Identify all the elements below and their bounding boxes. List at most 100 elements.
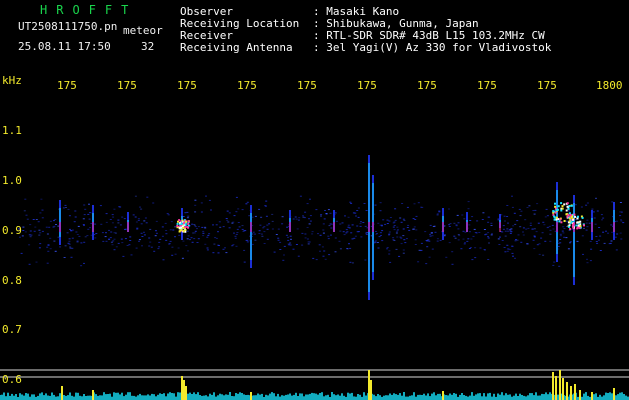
noise-speck (111, 214, 114, 216)
noise-speck (453, 222, 456, 224)
echo-pixel (554, 202, 556, 205)
noise-speck (488, 216, 491, 218)
noise-speck (114, 232, 117, 234)
noise-speck (330, 234, 332, 236)
noise-speck (596, 210, 599, 212)
echo-pixel (176, 224, 179, 227)
noise-speck (111, 244, 114, 246)
noise-speck (237, 222, 240, 223)
noise-speck (529, 224, 532, 226)
noise-speck (413, 228, 416, 230)
noise-speck (287, 236, 289, 238)
noise-speck (301, 244, 304, 246)
noise-speck (549, 233, 552, 235)
noise-speck (38, 234, 41, 236)
echo-pixel (572, 226, 575, 229)
noise-speck (94, 237, 97, 239)
noise-speck (28, 263, 31, 265)
noise-speck (112, 216, 115, 218)
noise-speck (376, 242, 379, 243)
noise-speck (600, 214, 603, 216)
noise-speck (399, 236, 402, 238)
noise-speck (188, 239, 191, 241)
noise-speck (62, 207, 65, 209)
noise-speck (140, 223, 143, 225)
noise-speck (429, 235, 432, 237)
noise-speck (297, 219, 300, 221)
noise-speck (70, 230, 73, 231)
echo-pixel (180, 229, 183, 231)
noise-speck (436, 240, 439, 242)
noise-speck (89, 212, 91, 214)
noise-speck (241, 209, 244, 211)
noise-speck (177, 247, 180, 249)
echo-pixel (569, 214, 572, 216)
noise-speck (511, 252, 514, 254)
noise-speck (471, 259, 474, 261)
noise-speck (344, 215, 346, 217)
noise-speck (453, 235, 456, 237)
noise-speck (35, 261, 38, 263)
noise-speck (308, 218, 310, 220)
noise-speck (292, 218, 295, 220)
signal-level-trace (0, 370, 629, 400)
noise-speck (37, 221, 40, 223)
noise-speck (134, 216, 137, 218)
noise-speck (533, 236, 536, 238)
noise-speck (425, 263, 428, 265)
noise-speck (542, 254, 545, 256)
noise-speck (315, 209, 318, 211)
noise-speck (235, 196, 238, 198)
noise-speck (102, 240, 105, 242)
noise-speck (325, 213, 328, 214)
noise-speck (394, 219, 397, 221)
noise-speck (620, 211, 623, 213)
noise-speck (69, 246, 72, 248)
noise-speck (312, 257, 315, 259)
noise-speck (243, 249, 246, 251)
noise-speck (569, 242, 571, 244)
noise-speck (531, 228, 534, 230)
noise-speck (503, 215, 506, 217)
noise-speck (389, 217, 392, 218)
noise-speck (49, 220, 52, 222)
noise-speck (540, 237, 543, 239)
noise-speck (351, 238, 354, 240)
noise-speck (507, 222, 509, 224)
noise-speck (126, 245, 129, 246)
noise-speck (392, 226, 395, 228)
noise-speck (227, 221, 230, 223)
noise-speck (68, 238, 71, 240)
noise-speck (408, 229, 411, 231)
noise-speck (561, 230, 564, 232)
noise-speck (558, 265, 561, 267)
noise-speck (347, 224, 350, 226)
noise-speck (619, 215, 622, 217)
noise-speck (149, 241, 152, 243)
echo-pixel (583, 224, 585, 227)
noise-speck (504, 220, 506, 222)
echo-pixel (572, 222, 575, 225)
noise-speck (324, 210, 326, 211)
noise-speck (174, 236, 176, 238)
noise-speck (467, 208, 470, 210)
noise-speck (542, 221, 545, 223)
noise-speck (562, 226, 565, 228)
noise-speck (407, 224, 410, 226)
noise-speck (379, 202, 382, 204)
echo-pixel (560, 202, 563, 205)
noise-speck (25, 214, 28, 216)
noise-speck (386, 248, 388, 250)
noise-speck (208, 199, 211, 201)
noise-speck (580, 206, 583, 208)
noise-speck (360, 236, 363, 238)
noise-speck (334, 237, 337, 239)
noise-speck (309, 215, 312, 217)
noise-speck (148, 245, 151, 247)
noise-speck (232, 221, 235, 223)
noise-speck (586, 226, 589, 228)
noise-speck (322, 229, 325, 231)
echo-pixel (568, 224, 571, 227)
echo-pixel (574, 215, 577, 218)
noise-speck (114, 226, 117, 228)
